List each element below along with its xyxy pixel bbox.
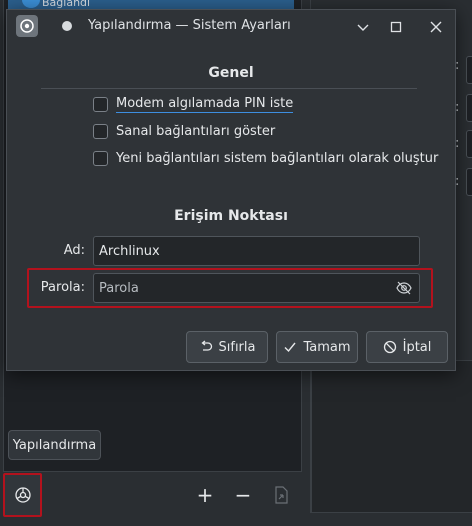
- reset-button[interactable]: Sıfırla: [186, 331, 268, 363]
- checkmark-icon: [284, 342, 297, 353]
- minimize-button[interactable]: [352, 16, 374, 38]
- plus-icon: +: [196, 483, 214, 507]
- dialog-titlebar[interactable]: Yapılandırma — Sistem Ayarları: [7, 10, 455, 43]
- hotspot-name-field[interactable]: Archlinux: [93, 236, 420, 266]
- settings-icon: [14, 487, 31, 503]
- app-icon: [16, 15, 38, 37]
- hotspot-name-value: Archlinux: [99, 243, 160, 259]
- pin-on-detect-option[interactable]: Modem algılamada PIN iste: [93, 94, 294, 114]
- details-field[interactable]: [466, 130, 472, 158]
- show-virtual-connections-option[interactable]: Sanal bağlantıları göster: [93, 121, 275, 141]
- maximize-button[interactable]: [385, 16, 407, 38]
- eye-slash-icon: [396, 281, 412, 295]
- password-label: Parola:: [40, 280, 85, 295]
- export-icon: [275, 486, 288, 504]
- option-label: Yeni bağlantıları sistem bağlantıları ol…: [116, 150, 439, 166]
- details-field[interactable]: [466, 56, 472, 84]
- checkbox[interactable]: [93, 150, 108, 166]
- network-icon: [22, 0, 40, 8]
- maximize-icon: [390, 21, 402, 33]
- details-field[interactable]: [466, 94, 472, 122]
- option-label: Sanal bağlantıları göster: [116, 123, 276, 139]
- cancel-label: İptal: [402, 339, 432, 355]
- close-icon: [430, 21, 442, 33]
- cancel-icon: [383, 340, 396, 354]
- toggle-password-visibility-button[interactable]: [395, 280, 413, 296]
- window-title: Yapılandırma — Sistem Ayarları: [88, 18, 291, 33]
- details-box: [311, 360, 472, 513]
- password-input[interactable]: [99, 280, 379, 296]
- export-connection-button[interactable]: [270, 484, 292, 506]
- name-label: Ad:: [63, 243, 85, 258]
- option-label: Modem algılamada PIN iste: [116, 95, 294, 113]
- close-button[interactable]: [425, 16, 447, 38]
- modified-indicator-icon: [62, 21, 72, 31]
- ok-label: Tamam: [303, 339, 351, 355]
- chevron-down-icon: [357, 24, 369, 31]
- hotspot-section-heading: Erişim Noktası: [174, 208, 288, 224]
- section-divider: [41, 88, 417, 89]
- configuration-dialog: Yapılandırma — Sistem Ayarları Genel Mod…: [6, 9, 456, 371]
- cancel-button[interactable]: İptal: [366, 331, 448, 363]
- hotspot-password-field[interactable]: [93, 273, 420, 303]
- undo-icon: [200, 340, 212, 351]
- minus-icon: −: [234, 483, 252, 507]
- ok-button[interactable]: Tamam: [276, 331, 358, 363]
- details-field[interactable]: [466, 168, 472, 196]
- reset-label: Sıfırla: [218, 339, 256, 355]
- settings-button[interactable]: [3, 473, 42, 517]
- remove-connection-button[interactable]: −: [232, 484, 254, 506]
- configure-button[interactable]: Yapılandırma: [8, 430, 101, 460]
- connection-status: Bağlandı: [42, 0, 91, 9]
- system-connections-option[interactable]: Yeni bağlantıları sistem bağlantıları ol…: [93, 148, 438, 168]
- general-section-heading: Genel: [208, 65, 254, 81]
- checkbox[interactable]: [93, 96, 108, 112]
- checkbox[interactable]: [93, 123, 108, 139]
- add-connection-button[interactable]: +: [194, 484, 216, 506]
